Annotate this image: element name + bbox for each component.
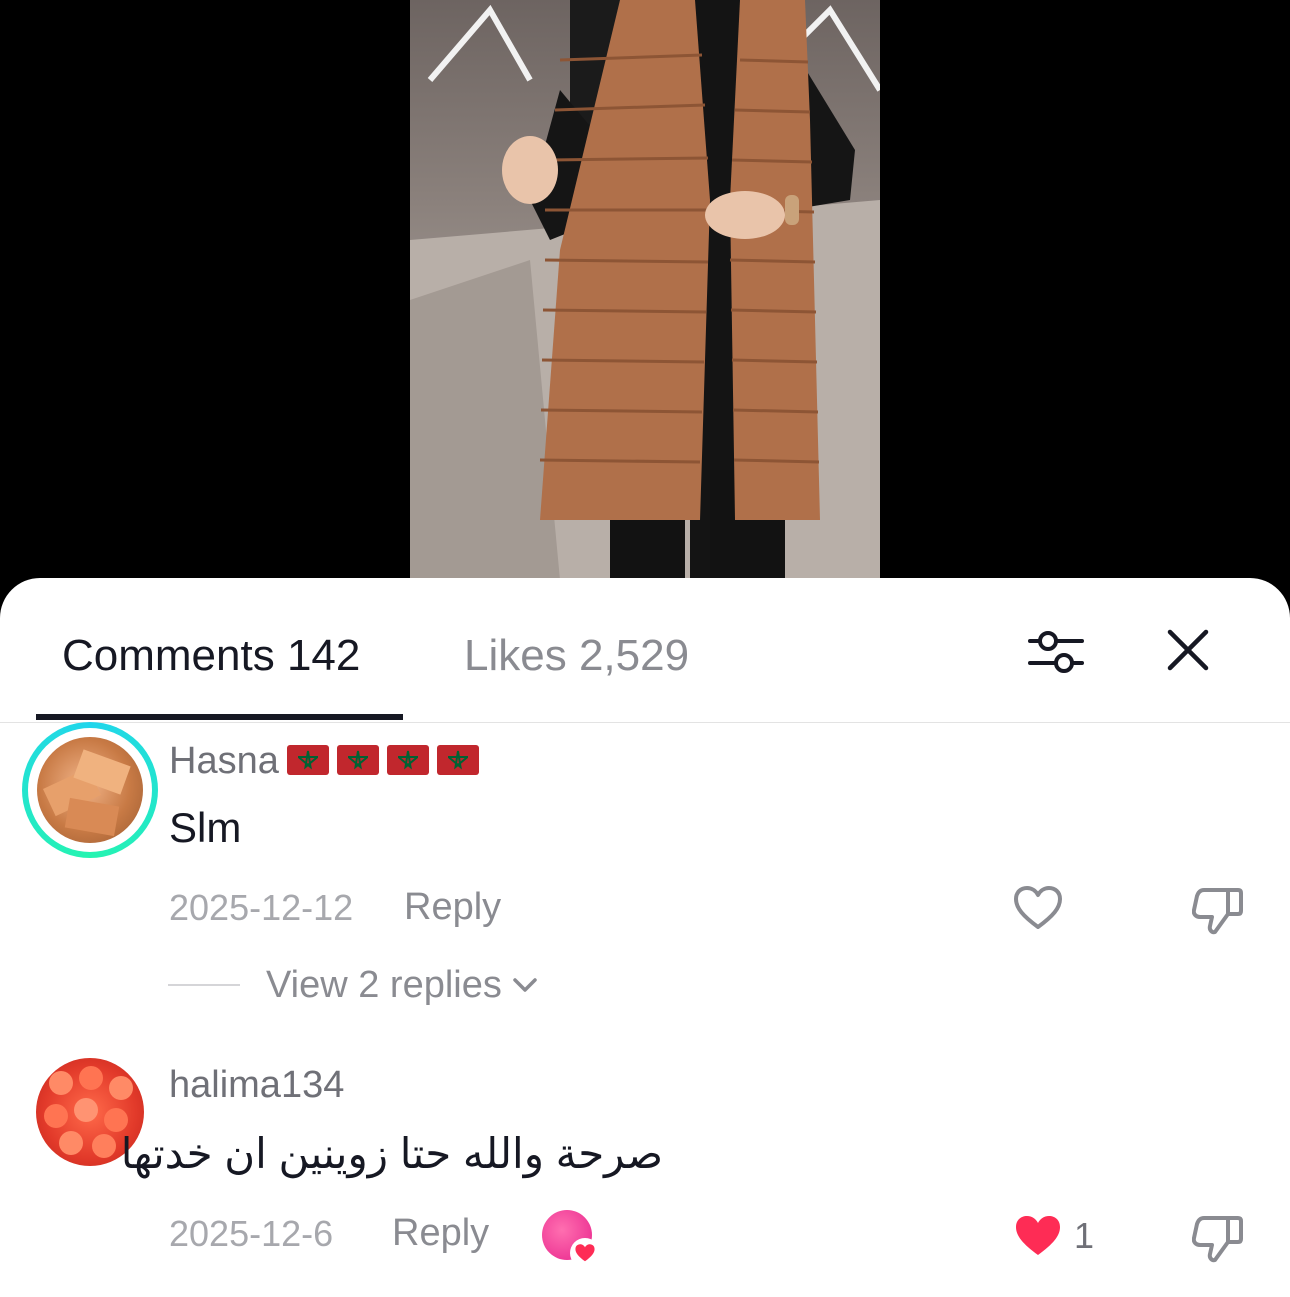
username-text: Hasna xyxy=(169,740,279,782)
morocco-flag-icon xyxy=(386,745,429,775)
comment-username[interactable]: halima134 xyxy=(169,1062,344,1108)
view-replies-button[interactable]: View 2 replies xyxy=(168,963,538,1007)
replies-divider xyxy=(168,984,240,986)
comments-sheet: Comments 142 Likes 2,529 Hasna Slm 2025-… xyxy=(0,578,1290,1297)
dislike-button[interactable] xyxy=(1190,1210,1246,1266)
like-button[interactable] xyxy=(1010,882,1066,934)
creator-heart-icon xyxy=(570,1238,600,1268)
close-button[interactable] xyxy=(1160,622,1216,678)
video-background[interactable] xyxy=(0,0,1290,640)
comment-date: 2025-12-12 xyxy=(169,887,354,928)
like-button[interactable] xyxy=(1010,1210,1066,1262)
video-image xyxy=(410,0,880,580)
heart-outline-icon xyxy=(1014,886,1062,929)
creator-liked-badge xyxy=(542,1210,600,1268)
tab-likes[interactable]: Likes 2,529 xyxy=(464,628,689,684)
avatar xyxy=(37,737,143,843)
story-ring[interactable] xyxy=(22,722,158,858)
video-thumbnail xyxy=(410,0,880,580)
view-replies-label: View 2 replies xyxy=(266,963,502,1006)
comment-item: Hasna Slm 2025-12-12 Reply View 2 replie… xyxy=(0,722,1290,1022)
comment-item: halima134 صرحة والله حتا زوينين ان خدتها… xyxy=(0,1056,1290,1296)
tab-bar: Comments 142 Likes 2,529 xyxy=(0,578,1290,723)
like-count: 1 xyxy=(1074,1215,1095,1256)
filter-button[interactable] xyxy=(1026,622,1086,682)
thumbs-down-icon xyxy=(1192,1216,1243,1263)
comment-username[interactable]: Hasna xyxy=(169,738,479,784)
morocco-flag-icon xyxy=(436,745,479,775)
sliders-icon xyxy=(1028,631,1084,673)
comment-text: صرحة والله حتا زوينين ان خدتها xyxy=(120,1130,663,1177)
morocco-flag-icon xyxy=(286,745,329,775)
reply-button[interactable]: Reply xyxy=(404,885,501,929)
active-tab-indicator xyxy=(36,714,403,720)
tab-comments[interactable]: Comments 142 xyxy=(62,628,360,684)
chevron-down-icon xyxy=(513,978,537,992)
reply-button[interactable]: Reply xyxy=(392,1211,489,1255)
morocco-flag-icon xyxy=(336,745,379,775)
comment-text: Slm xyxy=(169,804,242,851)
comment-date: 2025-12-6 xyxy=(169,1213,334,1254)
heart-filled-icon xyxy=(1016,1216,1060,1255)
dislike-button[interactable] xyxy=(1190,882,1246,938)
thumbs-down-icon xyxy=(1192,888,1243,935)
close-icon xyxy=(1167,629,1209,671)
